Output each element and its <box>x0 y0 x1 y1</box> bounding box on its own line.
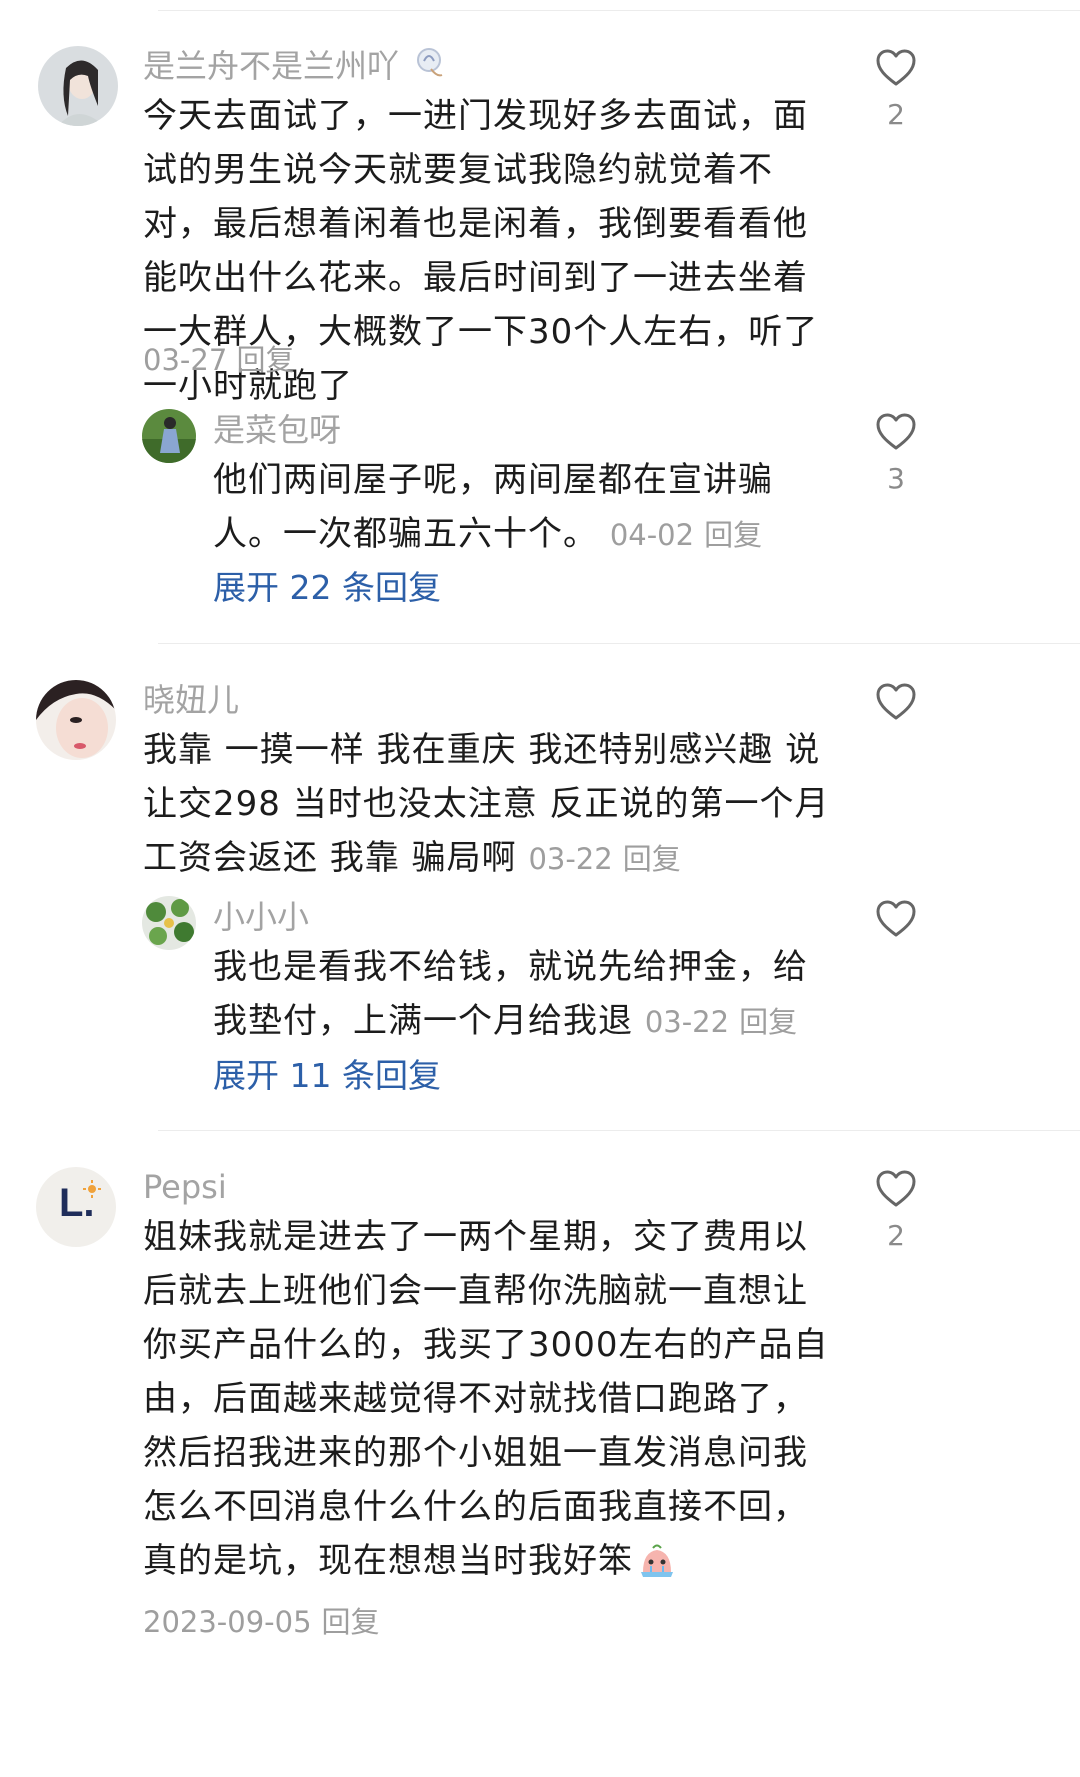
like-button[interactable]: 2 <box>866 48 926 132</box>
crying-emoji-icon <box>637 1540 677 1594</box>
reply-date: 03-22 <box>644 1005 730 1039</box>
comment-username[interactable]: 晓妞儿 <box>143 680 239 720</box>
comment-username[interactable]: Pepsi <box>143 1167 227 1207</box>
reply-button[interactable]: 回复 <box>237 343 295 377</box>
reply-avatar[interactable] <box>142 896 196 950</box>
reply-text: 我也是看我不给钱，就说先给押金，给我垫付，上满一个月给我退 03-22 回复 <box>213 947 808 1041</box>
reply-button[interactable]: 回复 <box>322 1605 380 1639</box>
reply-date: 04-02 <box>609 518 695 552</box>
like-button[interactable]: 2 <box>866 1169 926 1253</box>
like-count: 3 <box>887 462 905 495</box>
comment-meta: 03-27 回复 <box>143 340 295 380</box>
like-button[interactable] <box>866 682 926 732</box>
like-count: 2 <box>887 1219 905 1252</box>
avatar[interactable]: L. <box>36 1167 116 1247</box>
comment-date: 03-22 <box>528 842 613 876</box>
comment-date: 2023-09-05 <box>143 1605 312 1639</box>
reply-username[interactable]: 是菜包呀 <box>213 410 341 450</box>
heart-outline-icon <box>876 49 916 86</box>
comment-divider <box>158 1130 1080 1131</box>
badge-icon <box>415 47 445 90</box>
avatar[interactable] <box>36 680 116 760</box>
heart-outline-icon <box>876 413 916 450</box>
reply-button[interactable]: 回复 <box>704 518 762 552</box>
comment-username[interactable]: 是兰舟不是兰州吖 <box>143 46 445 90</box>
reply-text: 他们两间屋子呢，两间屋都在宣讲骗人。一次都骗五六十个。 04-02 回复 <box>213 460 773 554</box>
heart-outline-icon <box>876 683 916 720</box>
heart-outline-icon <box>876 1170 916 1207</box>
comment-text: 我靠 一摸一样 我在重庆 我还特别感兴趣 说让交298 当时也没太注意 反正说的… <box>143 730 830 878</box>
expand-replies-button[interactable]: 展开 11 条回复 <box>213 1054 441 1098</box>
heart-outline-icon <box>876 900 916 937</box>
top-divider <box>158 10 1080 11</box>
like-button[interactable]: 3 <box>866 412 926 496</box>
comment-divider <box>158 643 1080 644</box>
reply-meta: 04-02 回复 <box>610 518 762 552</box>
reply-button[interactable]: 回复 <box>739 1005 797 1039</box>
comment-text: 姐妹我就是进去了一两个星期，交了费用以后就去上班他们会一直帮你洗脑就一直想让你买… <box>143 1217 829 1639</box>
comment-meta: 03-22 回复 <box>528 842 680 876</box>
reply-meta: 03-22 回复 <box>645 1005 797 1039</box>
comment-meta: 2023-09-05 回复 <box>143 1605 380 1639</box>
reply-button[interactable]: 回复 <box>623 842 681 876</box>
expand-replies-button[interactable]: 展开 22 条回复 <box>213 566 441 610</box>
like-count: 2 <box>887 98 905 131</box>
reply-username[interactable]: 小小小 <box>213 897 309 937</box>
avatar[interactable] <box>38 46 118 126</box>
reply-avatar[interactable] <box>142 409 196 463</box>
comment-date: 03-27 <box>143 343 228 377</box>
like-button[interactable] <box>866 899 926 949</box>
avatar-letter: L. <box>59 1181 95 1225</box>
